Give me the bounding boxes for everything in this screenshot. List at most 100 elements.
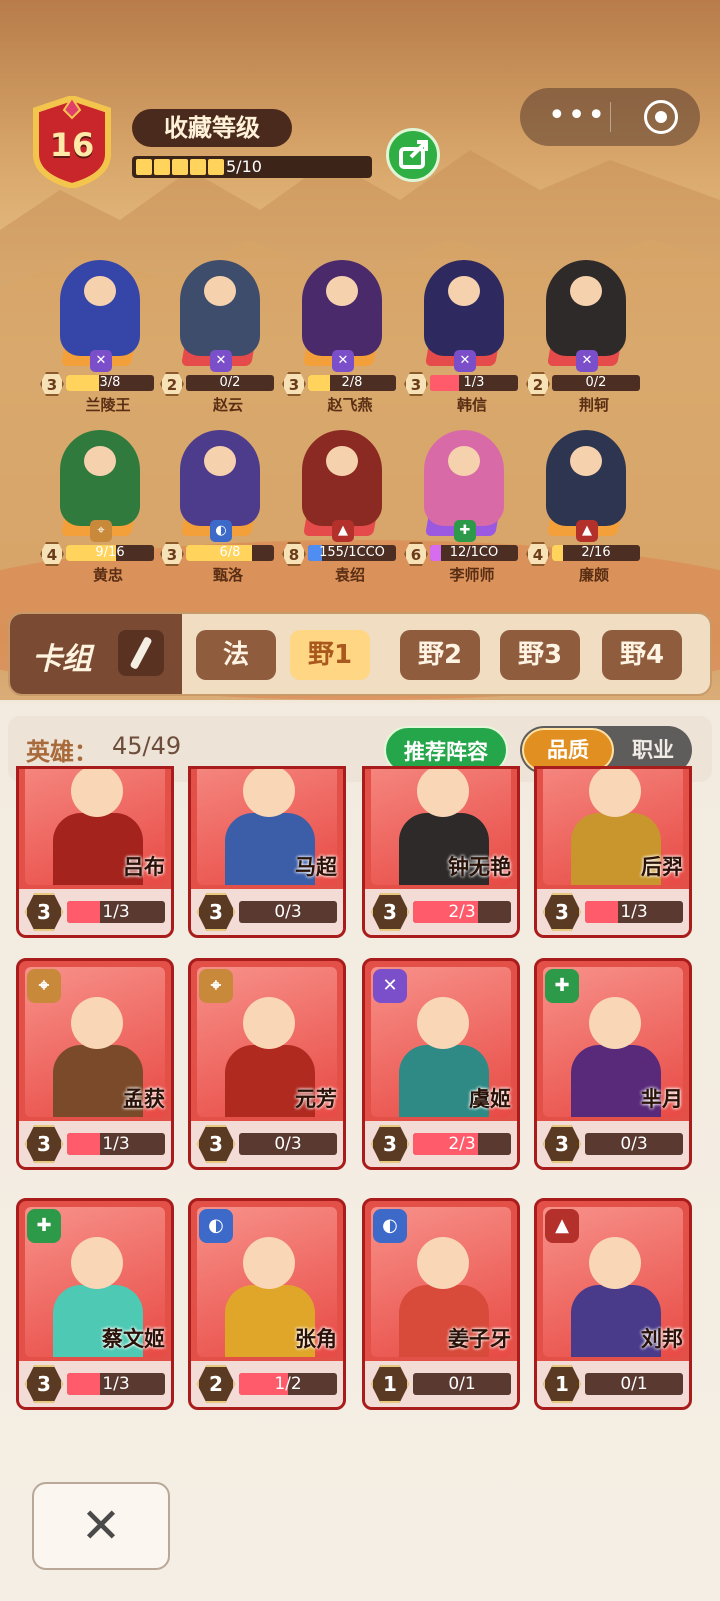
card-progress-bar: 0/1: [585, 1373, 683, 1395]
more-icon[interactable]: •••: [548, 98, 607, 133]
deck-tab[interactable]: 野2: [400, 630, 480, 680]
hero-figure: [180, 430, 260, 526]
team-hero[interactable]: ✚ 6 12/1CO 李师师: [404, 420, 524, 590]
hero-card-name: 张角: [295, 1327, 337, 1351]
hero-progress-bar: 0/2: [186, 375, 274, 391]
hero-card[interactable]: ⌖ 元芳 3 0/3: [188, 958, 346, 1170]
team-hero[interactable]: ✕ 3 3/8 兰陵王: [40, 250, 160, 420]
hero-name: 袁绍: [334, 566, 365, 584]
hero-progress-bar: 2/8: [308, 375, 396, 391]
hero-star-level: 3: [40, 372, 64, 396]
bow-icon: ⌖: [90, 520, 112, 542]
portrait-head: [71, 997, 123, 1049]
card-progress-text: 0/3: [274, 902, 302, 922]
hero-card[interactable]: 钟无艳 3 2/3: [362, 766, 520, 938]
hero-progress-bar: 6/8: [186, 545, 274, 561]
hero-name: 赵云: [212, 396, 243, 414]
deck-tab[interactable]: 野3: [500, 630, 580, 680]
hero-progress-text: 0/2: [585, 375, 607, 390]
card-progress-text: 0/1: [448, 1374, 476, 1394]
hero-card[interactable]: 吕布 3 1/3: [16, 766, 174, 938]
hero-card-name: 后羿: [641, 855, 683, 879]
team-hero[interactable]: ✕ 3 2/8 赵飞燕: [282, 250, 402, 420]
card-progress-text: 0/3: [620, 1134, 648, 1154]
team-hero[interactable]: ✕ 2 0/2 赵云: [160, 250, 280, 420]
hero-figure: [546, 430, 626, 526]
edit-brush-icon[interactable]: [118, 630, 164, 676]
hero-figure: [180, 260, 260, 356]
hero-card[interactable]: 后羿 3 1/3: [534, 766, 692, 938]
hero-count-label: 英雄：: [26, 738, 98, 766]
card-progress-bar: 1/2: [239, 1373, 337, 1395]
card-progress-bar: 2/3: [413, 901, 511, 923]
card-progress-text: 1/3: [102, 902, 130, 922]
card-progress-bar: 0/3: [239, 901, 337, 923]
deck-bar: 卡组 法野1 野2 野3 野4: [8, 612, 712, 696]
hero-name: 黄忠: [92, 566, 123, 584]
portrait-head: [589, 997, 641, 1049]
hero-star-level: 4: [526, 542, 550, 566]
card-progress-text: 1/3: [102, 1134, 130, 1154]
deck-label[interactable]: 卡组: [10, 614, 182, 694]
deck-tab[interactable]: 野4: [602, 630, 682, 680]
hero-card[interactable]: ◐ 张角 2 1/2: [188, 1198, 346, 1410]
hero-progress-bar: 9/16: [66, 545, 154, 561]
hero-card-name: 钟无艳: [448, 855, 511, 879]
team-hero[interactable]: ✕ 2 0/2 荆轲: [526, 250, 646, 420]
card-progress-bar: 0/3: [239, 1133, 337, 1155]
hero-card[interactable]: ✚ 蔡文姬 3 1/3: [16, 1198, 174, 1410]
portrait-head: [417, 1237, 469, 1289]
hero-card[interactable]: ⌖ 孟获 3 1/3: [16, 958, 174, 1170]
portrait-head: [589, 769, 641, 817]
close-target-icon[interactable]: [644, 100, 678, 134]
team-hero[interactable]: ⌖ 4 9/16 黄忠: [40, 420, 160, 590]
card-progress-bar: 1/3: [67, 901, 165, 923]
hero-star-level: 3: [282, 372, 306, 396]
hero-progress-text: 2/8: [341, 375, 363, 390]
team-hero[interactable]: ◐ 3 6/8 甄洛: [160, 420, 280, 590]
team-hero[interactable]: ✕ 3 1/3 韩信: [404, 250, 524, 420]
bow-icon: ⌖: [199, 969, 233, 1003]
portrait-head: [417, 769, 469, 817]
hero-star-level: 8: [282, 542, 306, 566]
hero-name: 兰陵王: [85, 396, 131, 414]
hero-card[interactable]: ✕ 虞姬 3 2/3: [362, 958, 520, 1170]
hero-name: 甄洛: [212, 566, 243, 584]
bow-icon: ⌖: [27, 969, 61, 1003]
helmet-icon: ◐: [210, 520, 232, 542]
hero-star-level: 3: [404, 372, 428, 396]
hero-star-level: 2: [526, 372, 550, 396]
deck-tab[interactable]: 法: [196, 630, 276, 680]
mage-icon: ✕: [454, 350, 476, 372]
hero-progress-bar: 0/2: [552, 375, 640, 391]
hero-progress-text: 12/1CO: [449, 545, 499, 560]
hero-name: 李师师: [449, 566, 495, 584]
card-progress-bar: 1/3: [67, 1373, 165, 1395]
hero-card[interactable]: ▲ 刘邦 1 0/1: [534, 1198, 692, 1410]
hero-card[interactable]: 马超 3 0/3: [188, 766, 346, 938]
hero-progress-bar: 12/1CO: [430, 545, 518, 561]
progress-cell: [154, 159, 170, 175]
share-button[interactable]: [386, 128, 440, 182]
card-progress-bar: 1/3: [585, 901, 683, 923]
card-progress-text: 1/3: [620, 902, 648, 922]
card-progress-bar: 1/3: [67, 1133, 165, 1155]
hero-card[interactable]: ✚ 芈月 3 0/3: [534, 958, 692, 1170]
card-progress-text: 1/3: [102, 1374, 130, 1394]
hero-card[interactable]: ◐ 姜子牙 1 0/1: [362, 1198, 520, 1410]
card-progress-text: 2/3: [448, 1134, 476, 1154]
collection-level-badge[interactable]: 16: [30, 94, 114, 190]
close-button[interactable]: ✕: [32, 1482, 170, 1570]
deck-tab[interactable]: 野1: [290, 630, 370, 680]
hero-progress-bar: 2/16: [552, 545, 640, 561]
hero-figure: [60, 430, 140, 526]
capsule-divider: [610, 102, 611, 132]
team-hero[interactable]: ▲ 8 155/1CCO 袁绍: [282, 420, 402, 590]
collection-progress-bar: 5/10: [132, 156, 372, 178]
card-progress-bar: 2/3: [413, 1133, 511, 1155]
hero-star-level: 6: [404, 542, 428, 566]
team-hero[interactable]: ▲ 4 2/16 廉颇: [526, 420, 646, 590]
hero-progress-text: 155/1CCO: [319, 545, 385, 560]
portrait-head: [243, 769, 295, 817]
hero-progress-text: 0/2: [219, 375, 241, 390]
